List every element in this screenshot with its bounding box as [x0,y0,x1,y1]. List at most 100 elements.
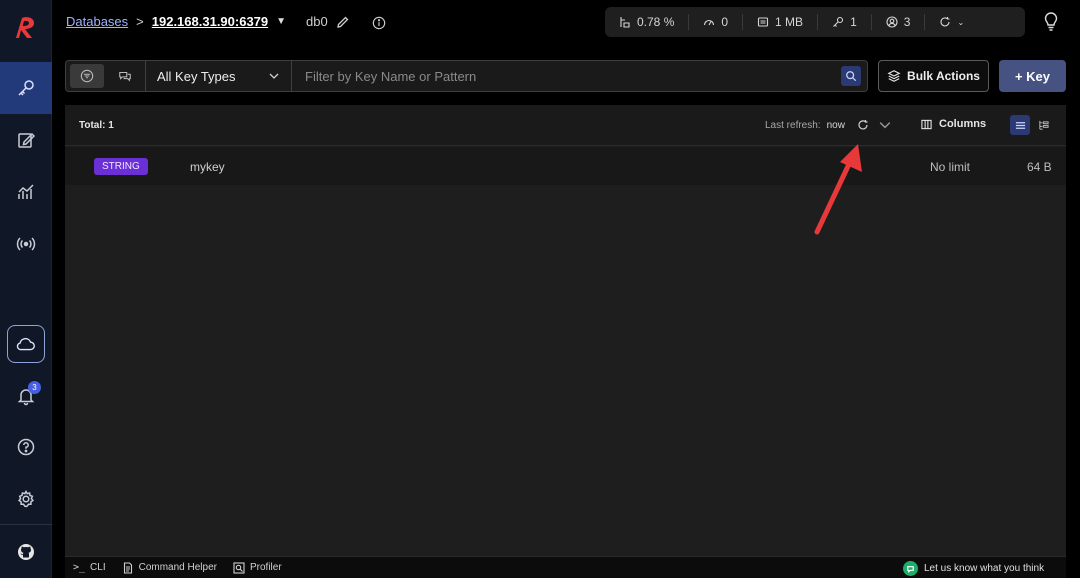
broadcast-icon [16,237,36,251]
list-view-button[interactable] [1010,115,1030,135]
help-icon [17,438,35,456]
stat-memory-value: 1 MB [775,15,804,29]
sidebar-item-workbench[interactable] [0,114,52,166]
bottom-bar: >_ CLI Command Helper Profiler Let us kn… [65,556,1066,578]
user-icon [886,16,898,28]
sidebar-item-pubsub[interactable] [0,218,52,270]
notification-count-badge: 3 [28,381,41,394]
cloud-icon [16,337,35,351]
last-refresh-value: now [826,119,845,131]
sidebar-item-github[interactable] [0,526,52,578]
search-mode-toggle [66,61,146,91]
annotation-arrow [814,144,862,235]
breadcrumb-separator: > [136,14,144,29]
github-icon [18,544,34,560]
profiler-icon [233,561,245,574]
key-name: mykey [190,160,225,174]
search-icon [846,71,857,82]
sidebar: 3 [0,0,52,578]
key-search-input[interactable] [292,61,841,91]
db-name: db0 [306,14,328,29]
tree-view-button[interactable] [1033,115,1053,135]
layers-icon [887,70,901,82]
profiler-button[interactable]: Profiler [225,557,290,578]
table-row[interactable]: STRING mykey No limit 64 B [65,147,1066,185]
last-refresh-label: Last refresh: [765,119,821,131]
key-icon [833,16,844,27]
feedback-link[interactable]: Let us know what you think [903,557,1044,578]
cli-label: CLI [90,562,106,573]
tree-icon [1038,120,1049,130]
chevron-down-icon [269,73,279,79]
command-helper-label: Command Helper [138,562,217,573]
stat-cpu-value: 0.78 % [637,15,675,29]
top-bar: Databases > 192.168.31.90:6379 ▼ db0 0.7… [52,0,1080,46]
gauge-icon [704,19,715,26]
app-window: 3 Databases > 192.168.31.90:6379 ▼ db0 0… [0,0,1080,578]
view-toggle [1010,115,1053,135]
filter-icon [80,69,94,83]
key-ttl: No limit [930,160,971,174]
stat-keys-value: 1 [850,15,857,29]
lightbulb-icon[interactable] [1042,12,1060,32]
command-helper-button[interactable]: Command Helper [114,557,225,578]
cloud-button[interactable] [7,325,45,363]
stat-keys: 1 [818,14,872,30]
host-dropdown-icon[interactable]: ▼ [276,16,286,27]
key-list-panel: Total: 1 Last refresh: now Columns STRIN… [65,105,1066,556]
key-list-header: Total: 1 Last refresh: now Columns [65,105,1066,146]
sidebar-item-notifications[interactable] [0,370,52,422]
columns-label: Columns [939,118,987,130]
search-button[interactable] [841,66,861,86]
stat-memory: 1 MB [743,14,819,30]
bulk-actions-label: Bulk Actions [907,69,980,83]
filter-mode-button[interactable] [70,64,104,88]
breadcrumb-host[interactable]: 192.168.31.90:6379 [152,14,268,29]
key-icon [18,80,34,96]
feedback-icon [903,560,918,576]
pencil-icon[interactable] [336,15,350,29]
stats-refresh[interactable]: ⌄ [925,14,978,30]
database-stats: 0.78 % 0 1 MB 1 3 ⌄ [605,7,1025,37]
list-icon [1015,121,1025,129]
sidebar-item-help[interactable] [0,421,52,473]
refresh-icon[interactable] [857,119,869,131]
terminal-icon: >_ [73,562,86,573]
columns-button[interactable]: Columns [921,118,986,130]
sidebar-item-analysis[interactable] [0,166,52,218]
sidebar-item-browser[interactable] [0,62,52,114]
edit-icon [18,132,36,148]
stat-cpu: 0.78 % [605,14,690,30]
stat-ops: 0 [689,14,744,30]
last-refresh: Last refresh: now [765,119,891,131]
cpu-icon [620,17,630,28]
chat-search-icon [119,71,131,82]
chevron-down-icon: ⌄ [957,17,965,27]
breadcrumb-databases-link[interactable]: Databases [66,14,128,29]
profiler-label: Profiler [249,562,282,573]
document-icon [123,561,132,574]
columns-icon [921,119,932,129]
info-icon[interactable] [372,15,386,29]
refresh-icon [940,17,950,27]
feedback-label: Let us know what you think [924,562,1045,574]
breadcrumb: Databases > 192.168.31.90:6379 ▼ db0 [66,14,386,29]
chevron-down-icon[interactable] [879,119,891,131]
key-type-label: All Key Types [157,68,236,84]
memory-icon [757,17,769,27]
redis-insight-logo[interactable] [10,12,42,44]
stat-clients: 3 [872,14,926,30]
analytics-icon [18,184,34,199]
gear-icon [18,489,34,508]
add-key-button[interactable]: + Key [999,60,1066,92]
key-type-badge: STRING [94,158,148,175]
key-type-select[interactable]: All Key Types [146,61,292,91]
sidebar-divider [0,524,52,525]
key-filter-bar: All Key Types [65,60,868,92]
vector-search-button[interactable] [108,64,142,88]
cli-button[interactable]: >_ CLI [65,557,114,578]
sidebar-item-settings[interactable] [0,473,52,525]
stat-clients-value: 3 [903,15,911,29]
bulk-actions-button[interactable]: Bulk Actions [878,60,989,92]
total-keys-label: Total: 1 [79,120,114,131]
